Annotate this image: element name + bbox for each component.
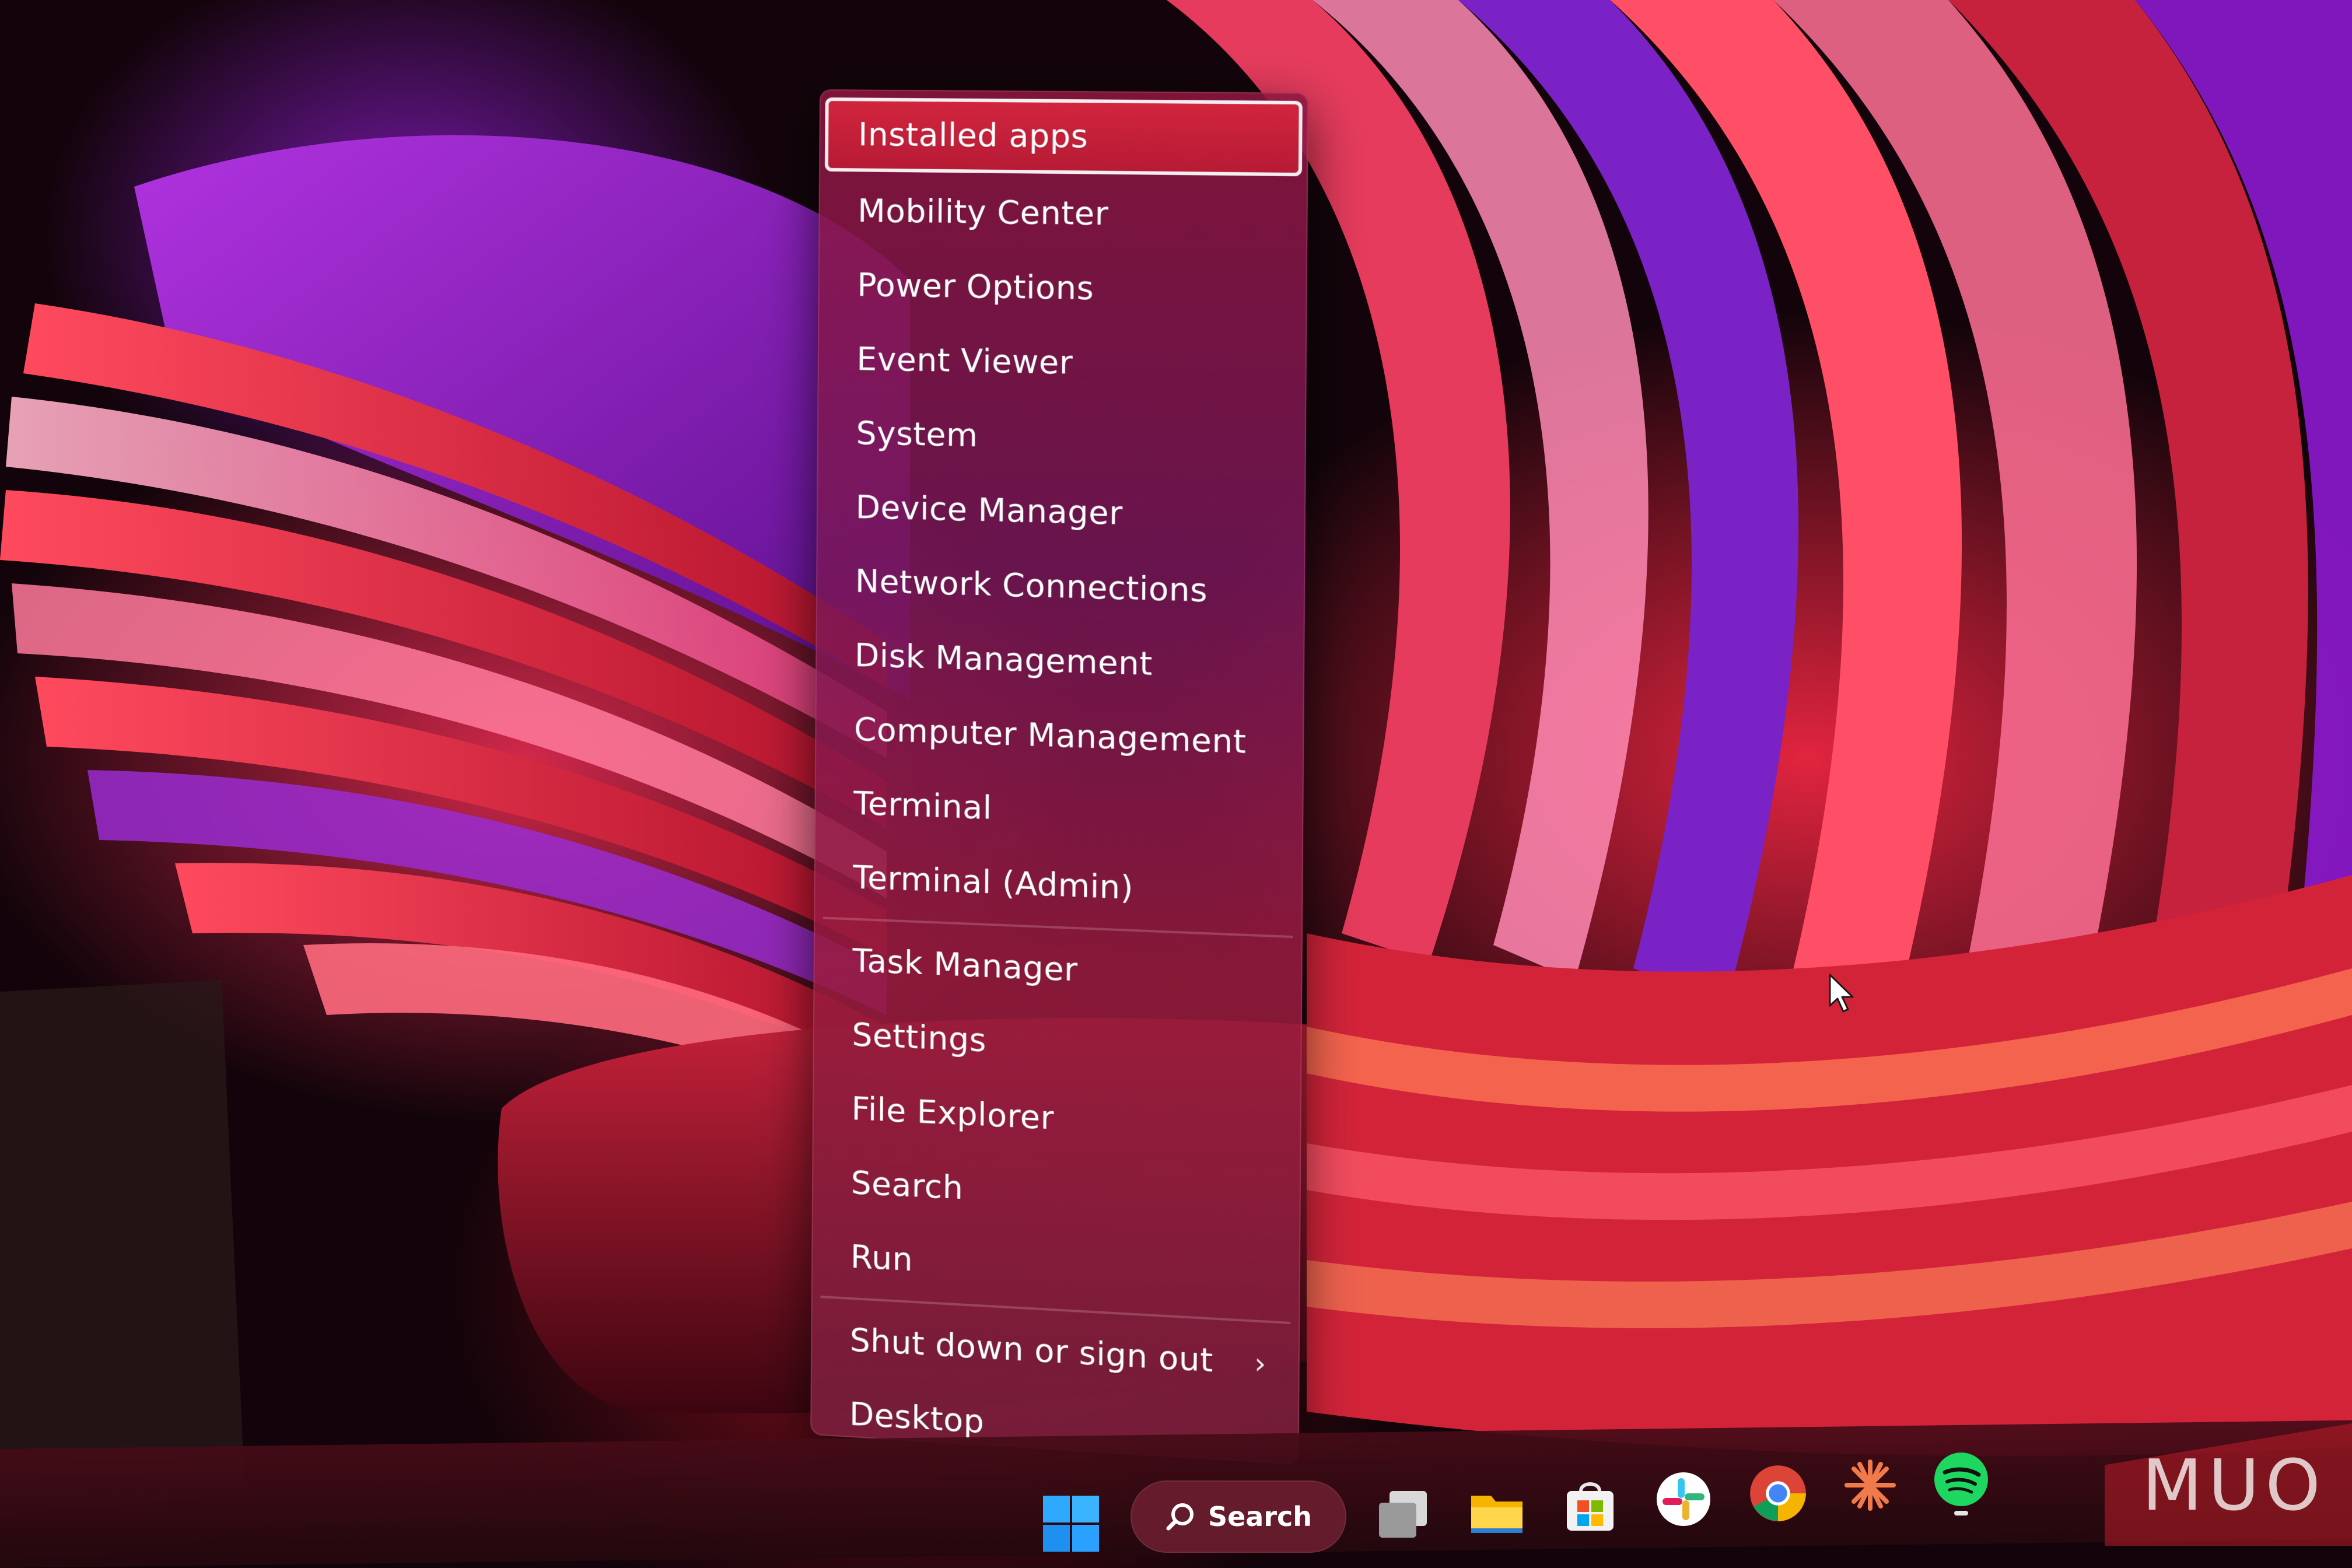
menu-item-shut-down-label: Shut down or sign out [850, 1321, 1213, 1380]
mouse-pointer-icon [1828, 973, 1855, 1014]
menu-item-power-options[interactable]: Power Options [824, 248, 1301, 330]
chevron-right-icon: › [1254, 1326, 1267, 1402]
taskbar-search-button[interactable]: Search [1130, 1480, 1346, 1553]
file-explorer-button[interactable] [1468, 1482, 1533, 1547]
windows-start-icon [1042, 1494, 1100, 1553]
windows-start-button[interactable] [1042, 1494, 1107, 1560]
power-user-context-menu: Installed apps Mobility Center Power Opt… [810, 89, 1308, 1465]
menu-item-mobility-center[interactable]: Mobility Center [824, 174, 1302, 254]
taskbar-search-label: Search [1208, 1501, 1312, 1532]
microsoft-store-button[interactable] [1561, 1477, 1626, 1542]
spotify-button[interactable] [1932, 1450, 1997, 1516]
search-icon [1165, 1500, 1198, 1533]
file-explorer-icon [1468, 1482, 1526, 1540]
task-view-icon [1374, 1485, 1433, 1544]
chrome-button[interactable] [1748, 1463, 1813, 1528]
slack-button[interactable] [1654, 1470, 1720, 1535]
claude-button[interactable] [1841, 1456, 1906, 1521]
menu-item-installed-apps[interactable]: Installed apps [825, 97, 1303, 176]
slack-icon [1654, 1470, 1713, 1528]
claude-icon [1841, 1456, 1899, 1514]
spotify-icon [1932, 1450, 1990, 1520]
task-view-button[interactable] [1374, 1485, 1440, 1550]
chrome-icon [1748, 1463, 1808, 1524]
menu-item-disk-management[interactable]: Disk Management [821, 617, 1299, 706]
watermark-logo: MUO [2142, 1446, 2326, 1527]
menu-item-network-connections[interactable]: Network Connections [822, 544, 1300, 631]
microsoft-store-icon [1561, 1477, 1619, 1535]
menu-item-device-manager[interactable]: Device Manager [822, 470, 1300, 555]
menu-item-event-viewer[interactable]: Event Viewer [823, 321, 1301, 405]
menu-item-system[interactable]: System [822, 396, 1300, 480]
